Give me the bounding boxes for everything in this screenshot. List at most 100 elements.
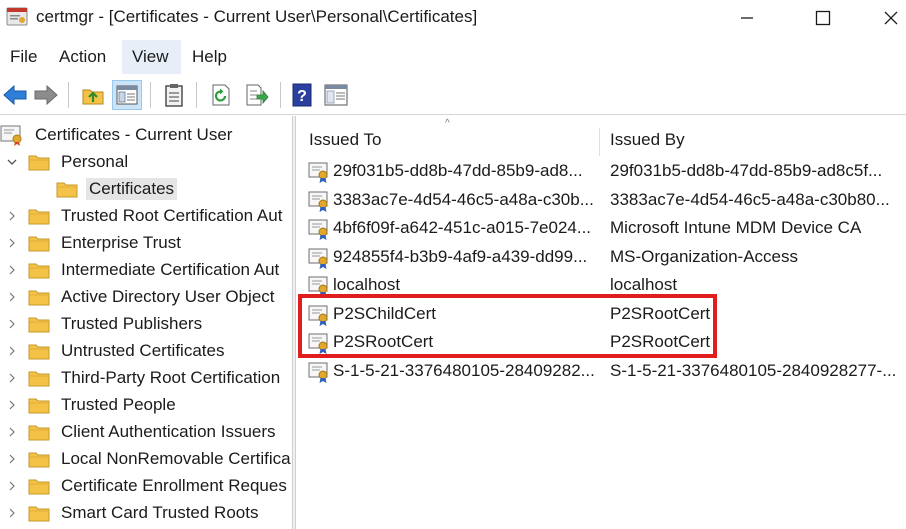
close-button[interactable] bbox=[868, 0, 906, 36]
table-row[interactable]: S-1-5-21-3376480105-28409282... S-1-5-21-… bbox=[297, 358, 906, 386]
tree-item-label: Active Directory User Object bbox=[61, 287, 275, 306]
menu-view[interactable]: View bbox=[122, 40, 181, 74]
clipboard-icon[interactable] bbox=[159, 80, 189, 110]
chevron-right-icon[interactable] bbox=[4, 210, 20, 222]
forward-arrow-icon[interactable] bbox=[31, 80, 61, 110]
tree-item-label: Trusted Publishers bbox=[61, 314, 203, 333]
folder-icon bbox=[28, 423, 50, 441]
chevron-right-icon[interactable] bbox=[4, 345, 20, 357]
cell-issued-to: P2SRootCert bbox=[333, 332, 434, 351]
window-title: certmgr - [Certificates - Current User\P… bbox=[36, 7, 478, 26]
tree-item[interactable]: Untrusted Certificates bbox=[4, 338, 227, 364]
tree-item-label: Certificates bbox=[86, 178, 178, 200]
menu-help[interactable]: Help bbox=[182, 40, 237, 74]
list-header: Issued To ^ Issued By bbox=[297, 118, 906, 156]
menu-action[interactable]: Action bbox=[49, 40, 116, 74]
tree-item-label: Third-Party Root Certification bbox=[61, 368, 281, 387]
tree-item-label: Intermediate Certification Aut bbox=[61, 260, 280, 279]
certificate-icon bbox=[307, 217, 331, 241]
table-row[interactable]: 3383ac7e-4d54-46c5-a48a-c30b... 3383ac7e-… bbox=[297, 187, 906, 215]
cell-issued-by: P2SRootCert bbox=[610, 332, 711, 351]
table-row[interactable]: 29f031b5-dd8b-47dd-85b9-ad8... 29f031b5-d… bbox=[297, 158, 906, 186]
folder-icon bbox=[28, 153, 50, 171]
chevron-right-icon[interactable] bbox=[4, 399, 20, 411]
cell-issued-by: S-1-5-21-3376480105-2840928277-... bbox=[610, 360, 897, 380]
chevron-down-icon[interactable] bbox=[4, 156, 20, 168]
tree-item-label: Certificate Enrollment Reques bbox=[61, 476, 287, 495]
menu-bar: File Action View Help bbox=[0, 40, 906, 74]
menu-file[interactable]: File bbox=[0, 40, 47, 74]
tree-item[interactable]: Trusted Root Certification Aut bbox=[4, 203, 285, 229]
refresh-icon[interactable] bbox=[206, 80, 236, 110]
chevron-right-icon[interactable] bbox=[4, 507, 20, 519]
chevron-right-icon[interactable] bbox=[4, 372, 20, 384]
tree-item-label: Smart Card Trusted Roots bbox=[61, 503, 259, 522]
folder-icon bbox=[28, 477, 50, 495]
export-list-icon[interactable] bbox=[242, 80, 272, 110]
certificate-list: Issued To ^ Issued By 29f031b5-dd8b-47dd… bbox=[297, 116, 906, 529]
back-arrow-icon[interactable] bbox=[0, 80, 30, 110]
cell-issued-by: Microsoft Intune MDM Device CA bbox=[610, 218, 862, 237]
certmgr-app-icon bbox=[6, 7, 28, 27]
certificate-icon bbox=[307, 303, 331, 327]
toolbar-separator bbox=[68, 82, 69, 108]
tree-item[interactable]: Trusted People bbox=[4, 392, 179, 418]
table-row[interactable]: P2SRootCert P2SRootCert bbox=[297, 329, 906, 357]
certificate-icon bbox=[307, 274, 331, 298]
maximize-button[interactable] bbox=[800, 0, 846, 36]
cell-issued-to: 29f031b5-dd8b-47dd-85b9-ad8... bbox=[333, 161, 583, 180]
folder-icon bbox=[56, 180, 78, 198]
tree-item[interactable]: Intermediate Certification Aut bbox=[4, 257, 282, 283]
tree-item-label: Trusted People bbox=[61, 395, 176, 414]
tree-item[interactable]: Third-Party Root Certification bbox=[4, 365, 283, 391]
tree-item[interactable]: Smart Card Trusted Roots bbox=[4, 500, 261, 526]
pane-splitter[interactable] bbox=[292, 116, 296, 529]
tree-item[interactable]: Certificates bbox=[32, 176, 178, 202]
tree-item[interactable]: Personal bbox=[4, 149, 131, 175]
toolbar-separator bbox=[150, 82, 151, 108]
cell-issued-to: P2SChildCert bbox=[333, 303, 436, 323]
chevron-right-icon[interactable] bbox=[4, 318, 20, 330]
folder-icon bbox=[28, 234, 50, 252]
chevron-right-icon[interactable] bbox=[4, 264, 20, 276]
show-hide-console-tree-icon[interactable] bbox=[112, 80, 142, 110]
tree-item[interactable]: Client Authentication Issuers bbox=[4, 419, 279, 445]
properties-icon[interactable] bbox=[321, 80, 351, 110]
tree-item-label: Untrusted Certificates bbox=[61, 341, 225, 360]
help-icon[interactable]: ? bbox=[287, 80, 317, 110]
column-header-issued-by[interactable]: Issued By bbox=[598, 124, 906, 156]
table-row[interactable]: P2SChildCert P2SRootCert bbox=[297, 301, 906, 329]
cell-issued-by: P2SRootCert bbox=[610, 303, 711, 323]
chevron-right-icon[interactable] bbox=[4, 237, 20, 249]
cell-issued-by: 29f031b5-dd8b-47dd-85b9-ad8c5f... bbox=[610, 161, 883, 180]
tree-root-certificates-current-user[interactable]: Certificates - Current User bbox=[0, 122, 235, 148]
tree-item-label: Personal bbox=[61, 152, 129, 171]
tree-item[interactable]: Certificate Enrollment Reques bbox=[4, 473, 290, 499]
folder-icon bbox=[28, 261, 50, 279]
toolbar-separator bbox=[280, 82, 281, 108]
certificate-icon bbox=[307, 160, 331, 184]
folder-icon bbox=[28, 504, 50, 522]
table-row[interactable]: 4bf6f09f-a642-451c-a015-7e024... Microsof… bbox=[297, 215, 906, 243]
chevron-right-icon[interactable] bbox=[4, 426, 20, 438]
folder-icon bbox=[28, 450, 50, 468]
tree-item[interactable]: Local NonRemovable Certifica bbox=[4, 446, 292, 472]
tree-item[interactable]: Active Directory User Object bbox=[4, 284, 278, 310]
folder-icon bbox=[28, 369, 50, 387]
cell-issued-to: 3383ac7e-4d54-46c5-a48a-c30b... bbox=[333, 189, 594, 209]
cell-issued-by: MS-Organization-Access bbox=[610, 246, 799, 266]
table-row[interactable]: localhost localhost bbox=[297, 272, 906, 300]
table-row[interactable]: 924855f4-b3b9-4af9-a439-dd99... MS-Organi… bbox=[297, 244, 906, 272]
chevron-right-icon[interactable] bbox=[4, 453, 20, 465]
up-folder-icon[interactable] bbox=[78, 80, 108, 110]
tree-item[interactable]: Enterprise Trust bbox=[4, 230, 184, 256]
cell-issued-to: S-1-5-21-3376480105-28409282... bbox=[333, 360, 595, 380]
chevron-right-icon[interactable] bbox=[4, 480, 20, 492]
toolbar: ? bbox=[0, 76, 906, 115]
minimize-button[interactable] bbox=[724, 0, 770, 36]
tree-item[interactable]: Trusted Publishers bbox=[4, 311, 205, 337]
cell-issued-by: localhost bbox=[610, 275, 678, 294]
chevron-right-icon[interactable] bbox=[4, 291, 20, 303]
console-tree: Certificates - Current User Personal Cert… bbox=[0, 116, 292, 529]
toolbar-separator bbox=[196, 82, 197, 108]
